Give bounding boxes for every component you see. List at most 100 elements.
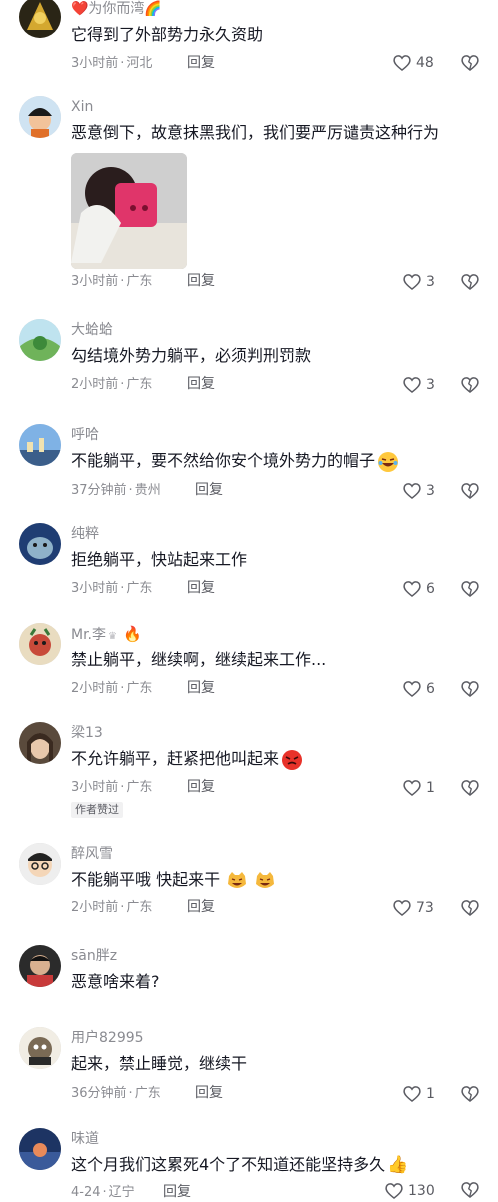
comment-username[interactable]: 纯粹 — [71, 525, 99, 543]
comment-username[interactable]: 味道 — [71, 1130, 99, 1148]
reply-button[interactable]: 回复 — [187, 778, 215, 796]
comment-meta: 3小时前 · 广东 — [71, 779, 152, 797]
heart-outline-icon — [403, 483, 421, 500]
avatar[interactable] — [19, 424, 61, 466]
comment-location: 广东 — [126, 581, 153, 596]
like-count: 6 — [426, 581, 435, 597]
avatar[interactable] — [19, 945, 61, 987]
comment-username[interactable]: Mr.李 ♛ 🔥 — [71, 625, 142, 646]
comment-location: 贵州 — [134, 483, 161, 498]
broken-heart-icon[interactable] — [460, 53, 480, 73]
reply-button[interactable]: 回复 — [187, 375, 215, 393]
avatar[interactable] — [19, 523, 61, 565]
reply-button[interactable]: 回复 — [187, 54, 215, 72]
meta-separator: · — [120, 681, 125, 696]
comment-location: 广东 — [126, 274, 153, 289]
avatar[interactable] — [19, 1128, 61, 1170]
avatar[interactable] — [19, 722, 61, 764]
comment-location: 广东 — [126, 681, 153, 696]
reply-button[interactable]: 回复 — [163, 1183, 191, 1201]
like-button[interactable]: 3 — [402, 375, 435, 395]
avatar[interactable] — [19, 96, 61, 138]
broken-heart-icon[interactable] — [460, 375, 480, 395]
broken-heart-icon[interactable] — [460, 1180, 480, 1200]
broken-heart-icon[interactable] — [460, 1084, 480, 1104]
reply-button[interactable]: 回复 — [187, 898, 215, 916]
avatar[interactable] — [19, 319, 61, 361]
like-button[interactable]: 6 — [402, 579, 435, 599]
comment-meta: 2小时前 · 广东 — [71, 376, 152, 394]
like-button[interactable]: 1 — [402, 1084, 435, 1104]
like-button[interactable]: 1 — [402, 778, 435, 798]
comment-username[interactable]: 醉风雪 — [71, 845, 113, 863]
reply-button[interactable]: 回复 — [187, 272, 215, 290]
comment-username[interactable]: sān胖z — [71, 947, 117, 965]
comment-location: 河北 — [126, 56, 153, 71]
like-count: 130 — [408, 1183, 435, 1199]
reply-button[interactable]: 回复 — [187, 679, 215, 697]
comment-text: 不能躺平，要不然给你安个境外势力的帽子 — [71, 450, 399, 473]
comment-username[interactable]: 用户82995 — [71, 1029, 144, 1047]
comment-text: 禁止躺平，继续啊，继续起来工作... — [71, 650, 327, 669]
heart-outline-icon — [403, 274, 421, 291]
broken-heart-icon[interactable] — [460, 778, 480, 798]
heart-outline-icon — [403, 780, 421, 797]
reply-button[interactable]: 回复 — [195, 481, 223, 499]
comment-time: 2小时前 — [71, 377, 119, 392]
fire-icon: 🔥 — [122, 625, 142, 643]
avatar[interactable] — [19, 0, 61, 38]
like-button[interactable]: 73 — [392, 898, 434, 918]
comment-username[interactable]: ❤️为你而湾🌈 — [71, 0, 162, 18]
broken-heart-icon[interactable] — [460, 898, 480, 918]
heart-outline-icon — [393, 900, 411, 917]
comment-time: 36分钟前 — [71, 1086, 127, 1101]
like-count: 3 — [426, 483, 435, 499]
comment-username[interactable]: 梁13 — [71, 724, 103, 742]
comment-meta: 36分钟前 · 广东 — [71, 1085, 161, 1103]
like-button[interactable]: 3 — [402, 272, 435, 292]
comment-text: 恶意倒下，故意抹黑我们，我们要严厉谴责这种行为 — [71, 123, 440, 142]
reply-button[interactable]: 回复 — [187, 579, 215, 597]
like-count: 48 — [416, 55, 434, 71]
heart-outline-icon — [403, 581, 421, 598]
broken-heart-icon[interactable] — [460, 679, 480, 699]
comment-meta: 4-24 · 辽宁 — [71, 1184, 135, 1202]
like-count: 3 — [426, 377, 435, 393]
like-count: 3 — [426, 274, 435, 290]
avatar[interactable] — [19, 843, 61, 885]
broken-heart-icon[interactable] — [460, 481, 480, 501]
meta-separator: · — [120, 900, 125, 915]
heart-outline-icon — [403, 377, 421, 394]
like-button[interactable]: 6 — [402, 679, 435, 699]
heart-outline-icon — [403, 1086, 421, 1103]
comment-location: 广东 — [134, 1086, 161, 1101]
grinning-cat-emoji-icon — [228, 871, 247, 888]
like-button[interactable]: 130 — [384, 1181, 435, 1201]
comment-username[interactable]: 大蛤蛤 — [71, 321, 113, 339]
comment-username[interactable]: Xin — [71, 98, 93, 116]
comment-image[interactable] — [71, 153, 187, 269]
broken-heart-icon[interactable] — [460, 579, 480, 599]
comment-time: 3小时前 — [71, 274, 119, 289]
heart-outline-icon — [403, 681, 421, 698]
username-text: Mr.李 — [71, 627, 106, 643]
comment-time: 2小时前 — [71, 900, 119, 915]
like-button[interactable]: 48 — [392, 53, 434, 73]
comment-location: 广东 — [126, 780, 153, 795]
comment-text-content: 这个月我们这累死4个了不知道还能坚持多久 — [71, 1155, 386, 1174]
comment-username[interactable]: 呼哈 — [71, 426, 99, 444]
avatar[interactable] — [19, 1027, 61, 1069]
comment-meta: 37分钟前 · 贵州 — [71, 482, 161, 500]
comment-time: 3小时前 — [71, 581, 119, 596]
avatar[interactable] — [19, 623, 61, 665]
like-count: 6 — [426, 681, 435, 697]
reply-button[interactable]: 回复 — [195, 1084, 223, 1102]
comment-time: 3小时前 — [71, 56, 119, 71]
comment-text-content: 不允许躺平，赶紧把他叫起来 — [71, 749, 280, 768]
author-liked-badge: 作者赞过 — [71, 802, 123, 818]
comment-text: 这个月我们这累死4个了不知道还能坚持多久 👍 — [71, 1154, 408, 1176]
meta-separator: · — [120, 377, 125, 392]
comment-text-content: 不能躺平哦 快起来干 — [71, 870, 221, 889]
like-button[interactable]: 3 — [402, 481, 435, 501]
broken-heart-icon[interactable] — [460, 272, 480, 292]
